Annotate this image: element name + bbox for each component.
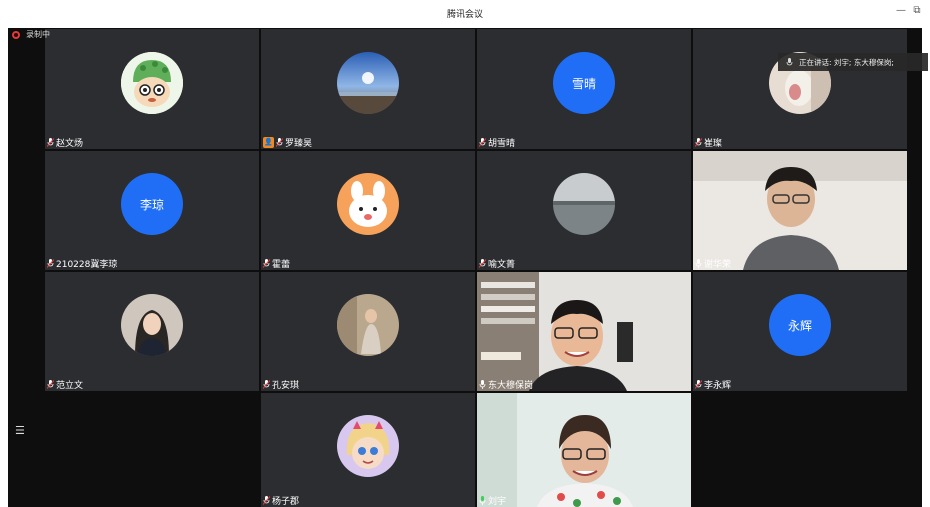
participant-name: 李永辉 <box>704 380 732 391</box>
participant-name-tag: 胡雪晴 <box>477 135 519 149</box>
participant-name-tag: 赵文炀 <box>45 135 87 149</box>
participant-name: 210228冀李琼 <box>56 259 118 270</box>
participant-tile[interactable]: 杨子郡 <box>261 393 475 507</box>
lake-photo-avatar <box>553 173 615 235</box>
cartoon-dino-avatar <box>121 52 183 114</box>
participant-name-tag: 东大穆保岗 <box>477 377 537 391</box>
cartoon-star-avatar <box>337 415 399 477</box>
participant-tile[interactable]: 喻文菁 <box>477 151 691 270</box>
photo-avatar <box>121 294 183 356</box>
record-dot-icon <box>12 30 20 39</box>
participant-video-tile[interactable]: 刘宇 <box>477 393 691 507</box>
participant-name-tag: 崔璨 <box>693 135 726 149</box>
participant-video-tile[interactable]: 东大穆保岗 <box>477 272 691 391</box>
recording-indicator[interactable]: 录制中 <box>12 29 50 40</box>
participant-name-tag: 范立文 <box>45 377 87 391</box>
participant-name: 刘宇 <box>488 496 507 507</box>
participant-name: 喻文菁 <box>488 259 516 270</box>
mic-muted-icon <box>47 258 54 268</box>
letter-avatar: 李琼 <box>121 173 183 235</box>
participant-tile[interactable]: 崔璨 <box>693 29 907 149</box>
participant-name-tag: 👤 罗臻昊 <box>261 135 316 149</box>
camera-video <box>693 151 907 270</box>
title-bar: 腾讯会议 — ⧉ <box>0 0 930 28</box>
participant-name: 赵文炀 <box>56 138 84 149</box>
speaking-indicator: 正在讲话: 刘宇; 东大穆保岗; <box>778 53 928 71</box>
participant-list-icon[interactable]: ☰ <box>15 424 25 437</box>
photo-avatar <box>337 294 399 356</box>
participant-tile[interactable]: 👤 罗臻昊 <box>261 29 475 149</box>
meeting-window: 腾讯会议 — ⧉ 赵文炀 👤 罗臻昊 雪晴 胡雪晴 崔璨 李琼 210228冀李… <box>0 0 930 507</box>
participant-tile[interactable]: 孔安琪 <box>261 272 475 391</box>
participant-name-tag: 杨子郡 <box>261 493 303 507</box>
participant-name: 孔安琪 <box>272 380 300 391</box>
letter-avatar: 雪晴 <box>553 52 615 114</box>
recording-label: 录制中 <box>26 30 50 39</box>
mic-muted-icon <box>47 379 54 389</box>
sky-photo-avatar <box>337 52 399 114</box>
minimize-button[interactable]: — <box>893 5 909 16</box>
participant-name-tag: 210228冀李琼 <box>45 256 121 270</box>
participant-name: 范立文 <box>56 380 84 391</box>
participant-name-tag: 喻文菁 <box>477 256 519 270</box>
participant-tile[interactable]: 永辉 李永辉 <box>693 272 907 391</box>
participant-name-tag: 孔安琪 <box>261 377 303 391</box>
participant-name: 罗臻昊 <box>285 138 313 149</box>
mic-muted-icon <box>276 137 283 147</box>
participant-name: 霍蕾 <box>272 259 291 270</box>
cartoon-bunny-avatar <box>337 173 399 235</box>
speaking-label: 正在讲话: 刘宇; 东大穆保岗; <box>799 57 894 67</box>
mic-muted-icon <box>263 495 270 505</box>
participant-tile[interactable]: 赵文炀 <box>45 29 259 149</box>
restore-button[interactable]: ⧉ <box>909 5 925 16</box>
mic-active-icon <box>479 495 486 505</box>
participant-name-tag: 李永辉 <box>693 377 735 391</box>
participant-tile[interactable]: 霍蕾 <box>261 151 475 270</box>
video-grid: 赵文炀 👤 罗臻昊 雪晴 胡雪晴 崔璨 李琼 210228冀李琼 霍蕾 喻文菁 … <box>8 28 922 507</box>
participant-name-tag: 霍蕾 <box>261 256 294 270</box>
participant-name: 胡雪晴 <box>488 138 516 149</box>
participant-name-tag: 谢华荣 <box>693 256 735 270</box>
participant-name: 崔璨 <box>704 138 723 149</box>
mic-icon <box>695 258 702 268</box>
mic-muted-icon <box>695 379 702 389</box>
participant-video-tile[interactable]: 谢华荣 <box>693 151 907 270</box>
letter-avatar: 永辉 <box>769 294 831 356</box>
mic-icon <box>786 57 793 65</box>
mic-muted-icon <box>47 137 54 147</box>
mic-muted-icon <box>479 137 486 147</box>
participant-name: 东大穆保岗 <box>488 380 534 391</box>
participant-tile[interactable]: 范立文 <box>45 272 259 391</box>
window-title: 腾讯会议 <box>446 10 483 20</box>
participant-tile[interactable]: 雪晴 胡雪晴 <box>477 29 691 149</box>
mic-muted-icon <box>263 379 270 389</box>
camera-video <box>477 272 691 391</box>
mic-muted-icon <box>479 258 486 268</box>
host-badge-icon: 👤 <box>263 136 274 148</box>
mic-muted-icon <box>263 258 270 268</box>
mic-muted-icon <box>695 137 702 147</box>
camera-video <box>477 393 691 507</box>
participant-name: 杨子郡 <box>272 496 300 507</box>
participant-tile[interactable]: 李琼 210228冀李琼 <box>45 151 259 270</box>
participant-name: 谢华荣 <box>704 259 732 270</box>
participant-name-tag: 刘宇 <box>477 493 510 507</box>
mic-icon <box>479 379 486 389</box>
